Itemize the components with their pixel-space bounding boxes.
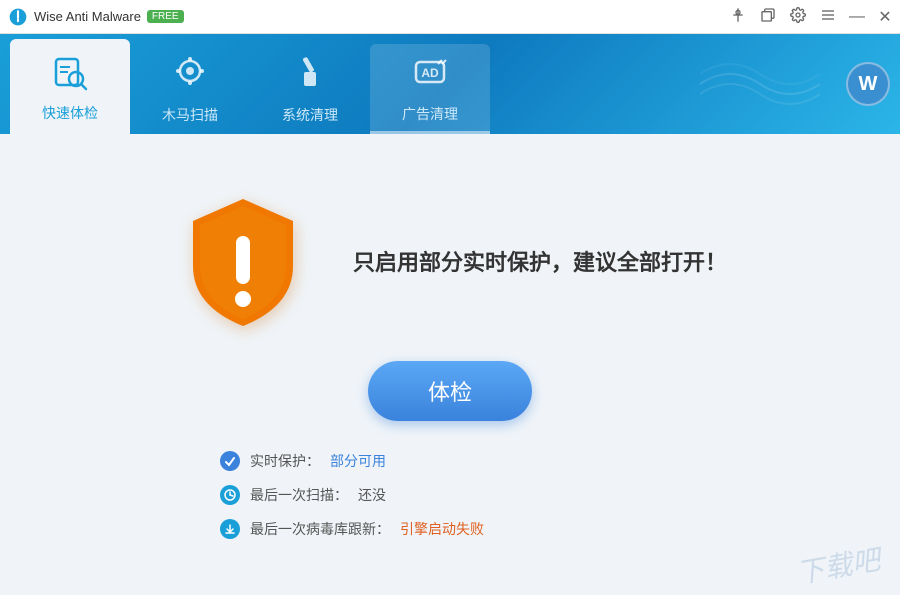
status-last-update: 最后一次病毒库跟新： 引擎启动失败 <box>220 519 484 539</box>
last-update-label: 最后一次病毒库跟新： <box>250 519 390 539</box>
last-scan-icon <box>220 485 240 505</box>
pin-icon[interactable] <box>730 7 746 26</box>
user-avatar[interactable]: W <box>846 62 890 106</box>
tab-system-clean[interactable]: 系统清理 <box>250 44 370 134</box>
realtime-value[interactable]: 部分可用 <box>330 451 386 471</box>
tab-quick-scan-label: 快速体检 <box>42 103 98 123</box>
realtime-icon <box>220 451 240 471</box>
status-list: 实时保护： 部分可用 最后一次扫描： 还没 <box>220 451 484 539</box>
last-update-icon <box>220 519 240 539</box>
app-logo <box>8 7 28 27</box>
warning-section: 只启用部分实时保护，建议全部打开！ <box>173 191 727 331</box>
tab-ad-clean-label: 广告清理 <box>402 104 458 124</box>
free-badge: FREE <box>147 10 184 23</box>
tab-trojan-scan[interactable]: 木马扫描 <box>130 44 250 134</box>
trojan-scan-icon <box>170 53 210 101</box>
last-scan-value: 还没 <box>358 485 386 505</box>
tab-ad-clean[interactable]: AD 广告清理 <box>370 44 490 134</box>
scan-button[interactable]: 体检 <box>368 361 532 421</box>
last-scan-label: 最后一次扫描： <box>250 485 348 505</box>
nav-decoration <box>700 54 820 114</box>
nav-bar: 快速体检 木马扫描 系统清理 <box>0 34 900 134</box>
system-clean-icon <box>290 53 330 101</box>
realtime-label: 实时保护： <box>250 451 320 471</box>
restore-icon[interactable] <box>760 7 776 26</box>
title-left: Wise Anti Malware FREE <box>8 7 184 27</box>
tab-system-clean-label: 系统清理 <box>282 105 338 125</box>
watermark: 下载吧 <box>793 538 883 592</box>
settings-icon[interactable] <box>790 7 806 26</box>
menu-icon[interactable] <box>820 7 836 26</box>
quick-scan-icon <box>50 51 90 99</box>
title-bar: Wise Anti Malware FREE <box>0 0 900 34</box>
close-button[interactable]: ✕ <box>878 10 892 24</box>
ad-clean-icon: AD <box>410 52 450 100</box>
tab-quick-scan[interactable]: 快速体检 <box>10 39 130 134</box>
warning-text: 只启用部分实时保护，建议全部打开！ <box>353 245 727 277</box>
shield-warning-icon <box>173 191 313 331</box>
tab-trojan-scan-label: 木马扫描 <box>162 105 218 125</box>
status-realtime: 实时保护： 部分可用 <box>220 451 484 471</box>
svg-text:AD: AD <box>421 66 439 80</box>
minimize-button[interactable]: — <box>850 10 864 24</box>
last-update-value[interactable]: 引擎启动失败 <box>400 519 484 539</box>
status-last-scan: 最后一次扫描： 还没 <box>220 485 484 505</box>
app-name: Wise Anti Malware <box>34 9 141 24</box>
title-controls: — ✕ <box>730 7 892 26</box>
main-content: 只启用部分实时保护，建议全部打开！ 体检 实时保护： 部分可用 <box>0 134 900 595</box>
